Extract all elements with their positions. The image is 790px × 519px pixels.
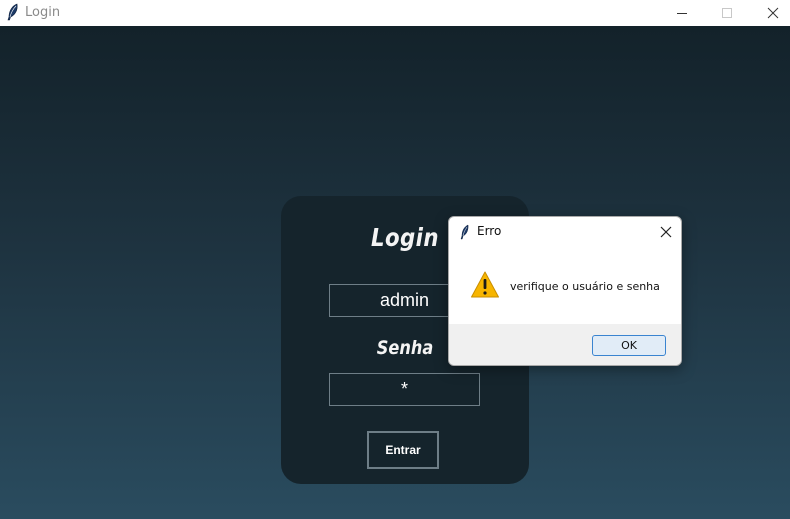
feather-icon: [7, 3, 18, 21]
minimize-icon: [677, 13, 687, 14]
dialog-close-button[interactable]: [655, 221, 677, 243]
feather-icon: [460, 224, 469, 240]
dialog-footer: OK: [449, 324, 681, 365]
close-icon: [767, 7, 779, 19]
error-dialog: Erro verifique o usuário e senha OK: [448, 216, 682, 366]
close-button[interactable]: [750, 0, 790, 26]
window-titlebar: Login: [0, 0, 790, 26]
password-input[interactable]: [329, 373, 480, 406]
dialog-title: Erro: [477, 224, 502, 238]
submit-button[interactable]: Entrar: [367, 431, 439, 469]
close-icon: [660, 226, 672, 238]
ok-button[interactable]: OK: [592, 335, 666, 356]
minimize-button[interactable]: [659, 0, 705, 26]
warning-icon: [471, 271, 499, 298]
maximize-icon: [722, 8, 732, 18]
dialog-message: verifique o usuário e senha: [510, 280, 660, 293]
maximize-button[interactable]: [704, 0, 750, 26]
window-title: Login: [25, 5, 61, 20]
